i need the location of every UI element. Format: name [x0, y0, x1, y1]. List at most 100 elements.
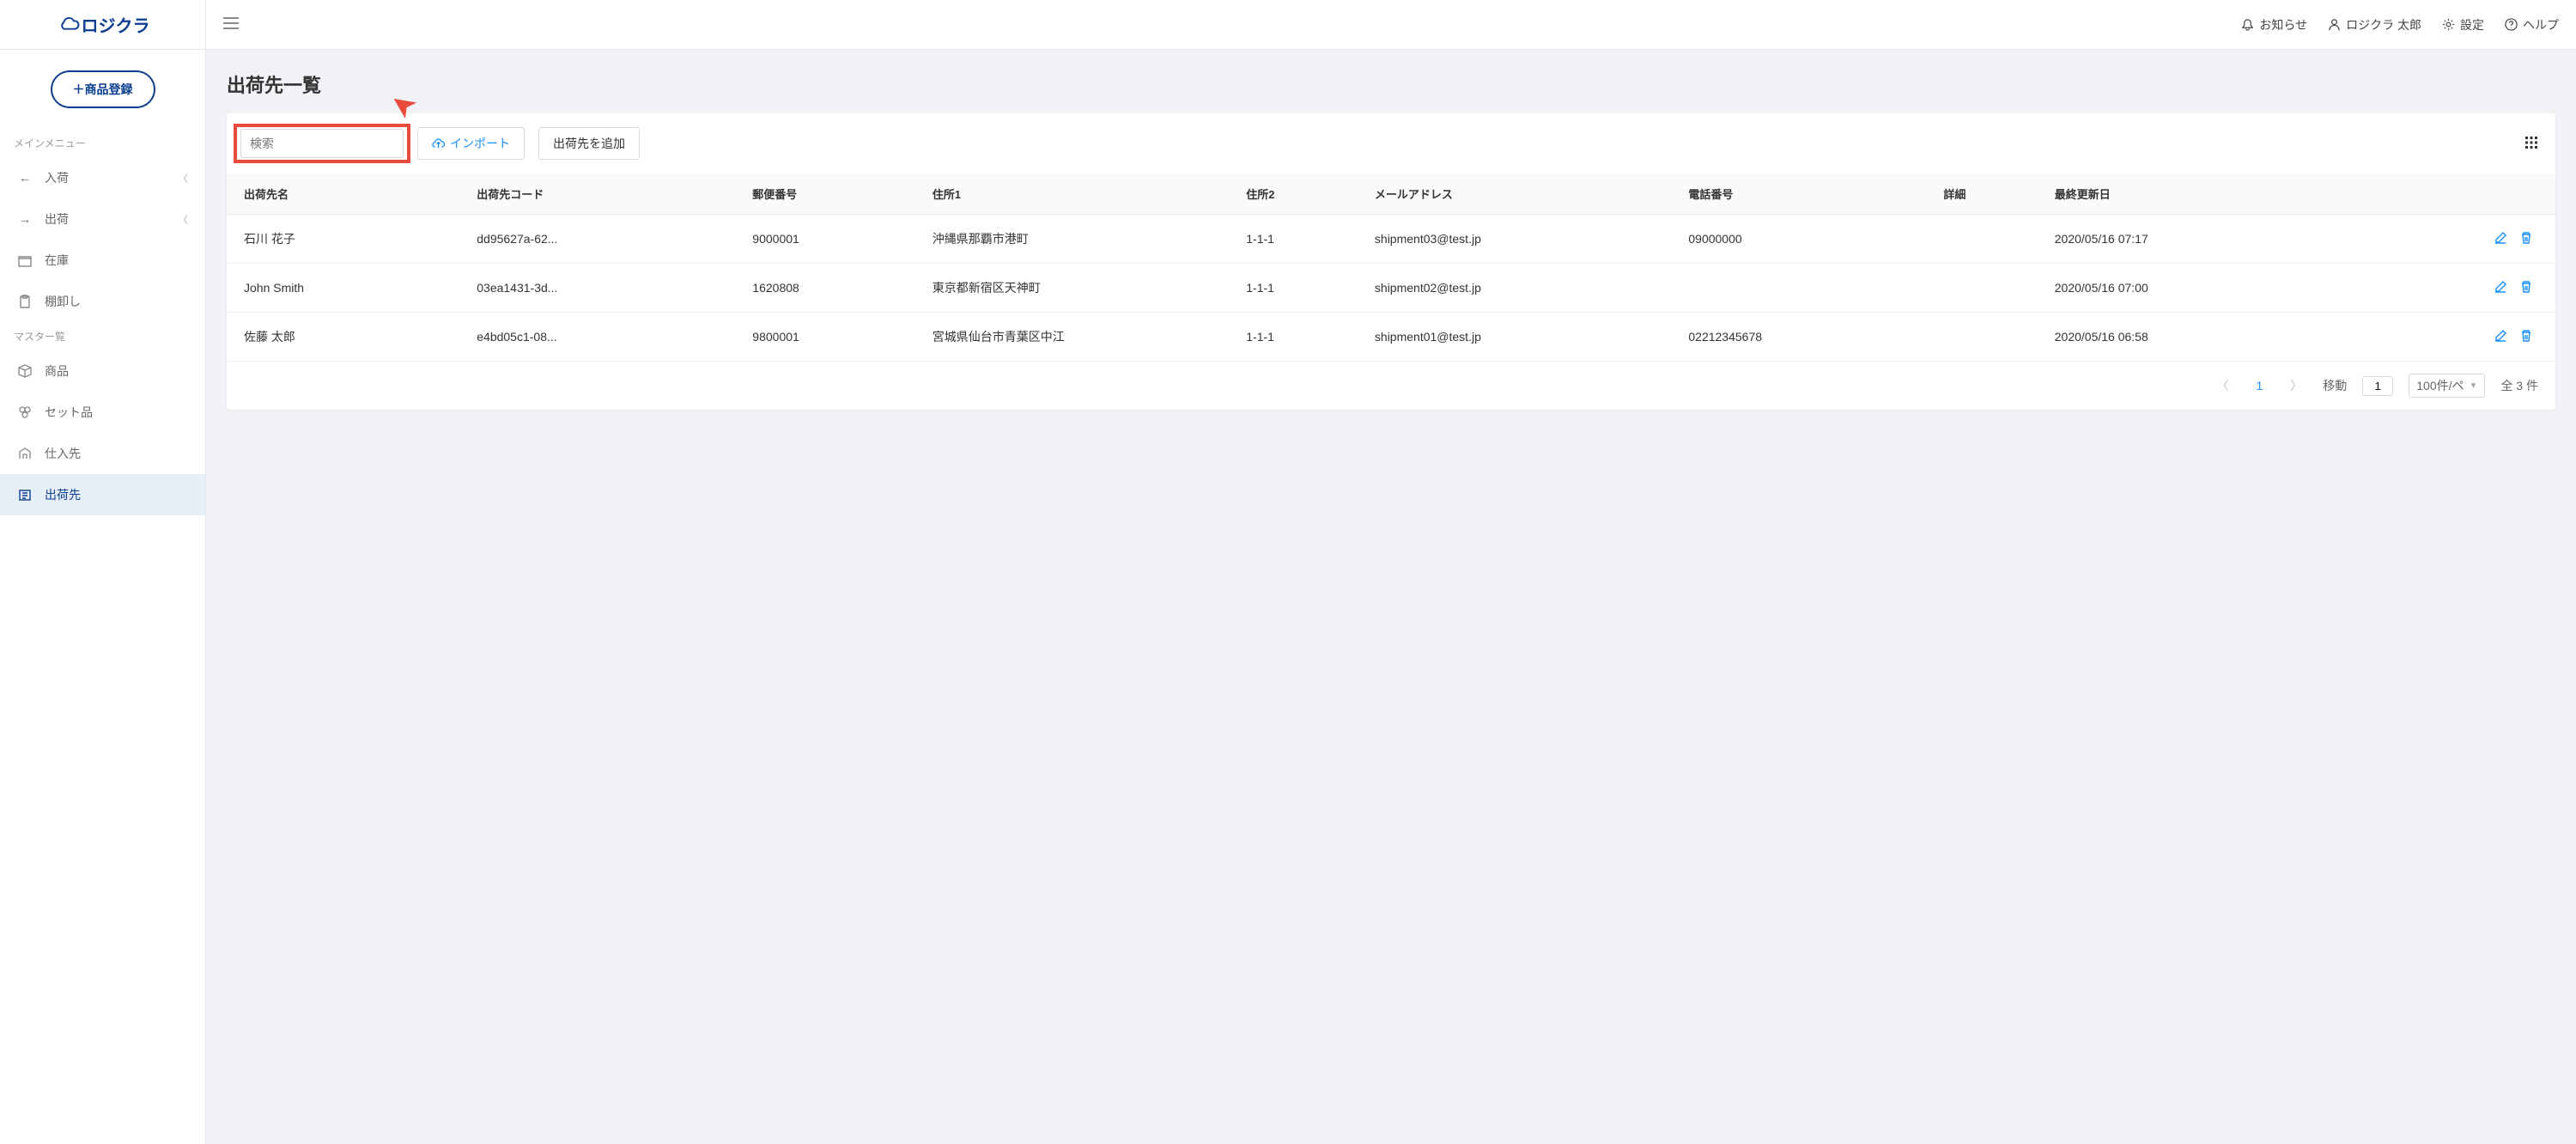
col-phone[interactable]: 電話番号	[1680, 173, 1935, 215]
notifications-button[interactable]: お知らせ	[2241, 16, 2307, 33]
sidebar-item-label: 出荷	[45, 210, 166, 228]
register-product-button[interactable]: ＋商品登録	[51, 70, 155, 108]
col-actions	[2357, 173, 2555, 215]
cell-detail	[1935, 264, 2045, 313]
cell-name: 石川 花子	[227, 215, 468, 264]
sidebar-item-stocktake[interactable]: 棚卸し	[0, 281, 205, 322]
edit-icon	[2494, 231, 2507, 245]
cell-addr1: 宮城県仙台市青葉区中江	[924, 313, 1237, 362]
cell-phone	[1680, 264, 1935, 313]
cell-zip: 9000001	[744, 215, 923, 264]
col-addr1[interactable]: 住所1	[924, 173, 1237, 215]
table-row: 佐藤 太郎e4bd05c1-08...9800001宮城県仙台市青葉区中江1-1…	[227, 313, 2555, 362]
col-code[interactable]: 出荷先コード	[468, 173, 744, 215]
col-zip[interactable]: 郵便番号	[744, 173, 923, 215]
main-panel: ➤ インポート 出荷先を追加	[227, 113, 2555, 410]
trash-icon	[2519, 329, 2533, 343]
sidebar-item-inbound[interactable]: ← 入荷 〈	[0, 157, 205, 198]
inventory-icon	[17, 253, 33, 268]
chevron-left-icon: 〈	[178, 171, 188, 186]
sidebar: ロジクラ ＋商品登録 メインメニュー ← 入荷 〈 → 出荷 〈 在庫 棚卸	[0, 0, 206, 1144]
col-updated[interactable]: 最終更新日	[2046, 173, 2358, 215]
sidebar-item-outbound[interactable]: → 出荷 〈	[0, 198, 205, 240]
col-name[interactable]: 出荷先名	[227, 173, 468, 215]
topbar-label: 設定	[2460, 16, 2484, 33]
delete-button[interactable]	[2519, 231, 2533, 247]
edit-button[interactable]	[2494, 231, 2507, 247]
destination-icon	[17, 487, 33, 502]
cell-email: shipment01@test.jp	[1366, 313, 1680, 362]
cell-addr1: 沖縄県那覇市港町	[924, 215, 1237, 264]
clipboard-icon	[17, 294, 33, 309]
bell-icon	[2241, 18, 2254, 31]
edit-button[interactable]	[2494, 280, 2507, 296]
logo[interactable]: ロジクラ	[0, 0, 205, 50]
sidebar-item-label: 在庫	[45, 252, 188, 269]
cell-zip: 1620808	[744, 264, 923, 313]
sidebar-item-label: 商品	[45, 362, 188, 380]
cell-addr2: 1-1-1	[1237, 215, 1366, 264]
column-settings-button[interactable]	[2521, 132, 2542, 155]
cell-detail	[1935, 215, 2045, 264]
pieces-icon	[17, 405, 33, 420]
table-header-row: 出荷先名 出荷先コード 郵便番号 住所1 住所2 メールアドレス 電話番号 詳細…	[227, 173, 2555, 215]
cell-email: shipment03@test.jp	[1366, 215, 1680, 264]
hamburger-icon[interactable]	[223, 17, 239, 32]
cell-name: 佐藤 太郎	[227, 313, 468, 362]
help-icon	[2505, 18, 2518, 31]
edit-icon	[2494, 280, 2507, 294]
sidebar-item-label: 出荷先	[45, 486, 188, 503]
topbar-label: お知らせ	[2259, 16, 2307, 33]
sidebar-item-sets[interactable]: セット品	[0, 392, 205, 433]
cell-code: e4bd05c1-08...	[468, 313, 744, 362]
edit-icon	[2494, 329, 2507, 343]
edit-button[interactable]	[2494, 329, 2507, 345]
sidebar-item-destinations[interactable]: 出荷先	[0, 474, 205, 515]
import-button[interactable]: インポート	[417, 127, 525, 160]
trash-icon	[2519, 280, 2533, 294]
cell-actions	[2357, 264, 2555, 313]
sidebar-item-label: 仕入先	[45, 445, 188, 462]
button-label: 出荷先を追加	[553, 135, 625, 152]
arrow-right-icon: →	[17, 211, 33, 227]
topbar-label: ロジクラ 太郎	[2346, 16, 2421, 33]
prev-page-button[interactable]: 〈	[2211, 375, 2233, 396]
cell-updated: 2020/05/16 06:58	[2046, 313, 2358, 362]
sidebar-item-products[interactable]: 商品	[0, 350, 205, 392]
add-destination-button[interactable]: 出荷先を追加	[538, 127, 640, 160]
cell-phone: 09000000	[1680, 215, 1935, 264]
topbar: お知らせ ロジクラ 太郎 設定 ヘルプ	[206, 0, 2576, 50]
page-input[interactable]	[2362, 376, 2393, 396]
button-label: インポート	[450, 135, 510, 152]
grid-icon	[2524, 136, 2538, 149]
cell-addr2: 1-1-1	[1237, 313, 1366, 362]
destinations-table: 出荷先名 出荷先コード 郵便番号 住所1 住所2 メールアドレス 電話番号 詳細…	[227, 173, 2555, 362]
cell-code: dd95627a-62...	[468, 215, 744, 264]
chevron-left-icon: 〈	[178, 212, 188, 227]
delete-button[interactable]	[2519, 329, 2533, 345]
help-button[interactable]: ヘルプ	[2505, 16, 2559, 33]
user-menu[interactable]: ロジクラ 太郎	[2328, 16, 2421, 33]
search-input[interactable]	[240, 129, 404, 158]
col-email[interactable]: メールアドレス	[1366, 173, 1680, 215]
brand-text: ロジクラ	[82, 12, 150, 37]
current-page[interactable]: 1	[2249, 377, 2269, 394]
cell-name: John Smith	[227, 264, 468, 313]
cell-phone: 02212345678	[1680, 313, 1935, 362]
col-detail[interactable]: 詳細	[1935, 173, 2045, 215]
sidebar-item-label: セット品	[45, 404, 188, 421]
trash-icon	[2519, 231, 2533, 245]
cell-updated: 2020/05/16 07:17	[2046, 215, 2358, 264]
settings-button[interactable]: 設定	[2442, 16, 2484, 33]
sidebar-item-inventory[interactable]: 在庫	[0, 240, 205, 281]
delete-button[interactable]	[2519, 280, 2533, 296]
cell-zip: 9800001	[744, 313, 923, 362]
sidebar-item-suppliers[interactable]: 仕入先	[0, 433, 205, 474]
sidebar-item-label: 入荷	[45, 169, 166, 186]
next-page-button[interactable]: 〉	[2285, 375, 2307, 396]
col-addr2[interactable]: 住所2	[1237, 173, 1366, 215]
per-page-select[interactable]: 100件/ペ ▼	[2409, 374, 2485, 398]
user-icon	[2328, 18, 2341, 31]
pagination: 〈 1 〉 移動 100件/ペ ▼ 全 3 件	[227, 362, 2555, 410]
move-label: 移動	[2323, 377, 2347, 394]
